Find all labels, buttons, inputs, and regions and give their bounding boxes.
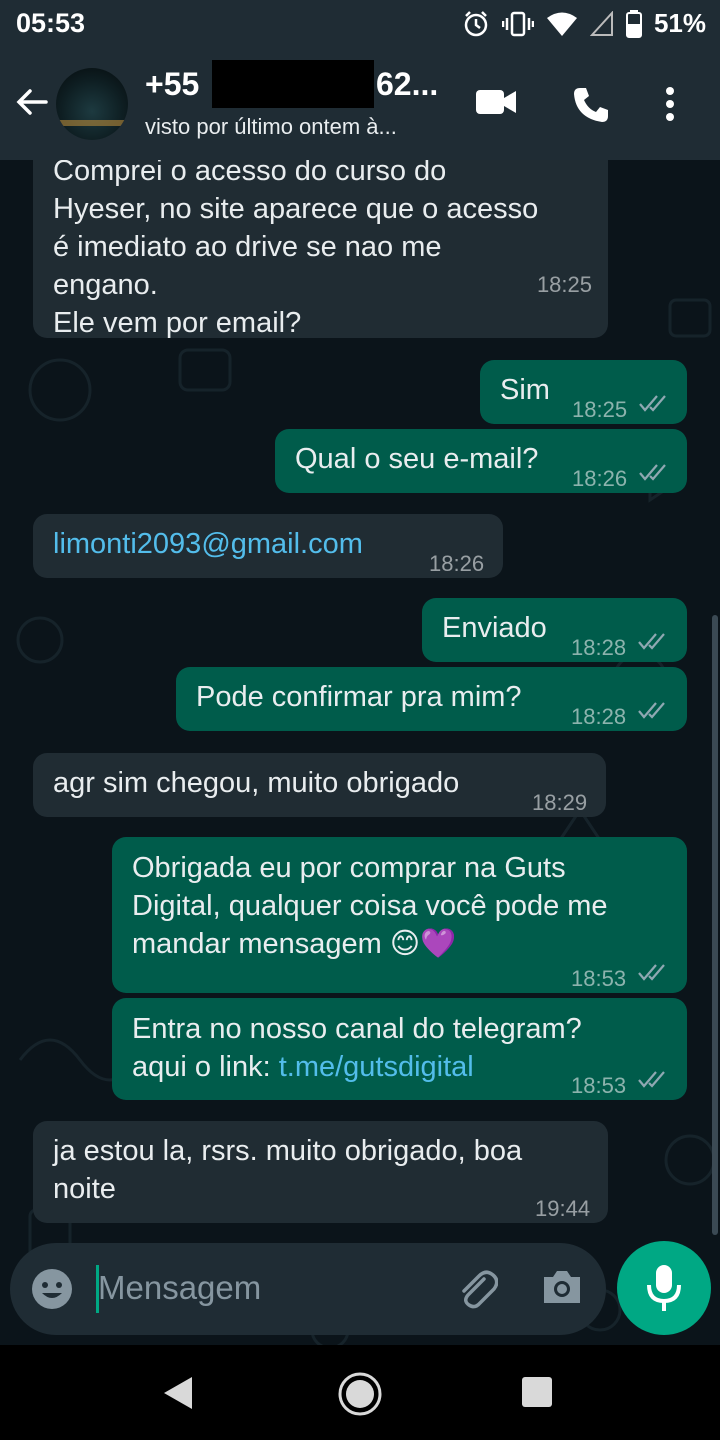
- read-receipt-icon: [639, 395, 666, 412]
- camera-icon[interactable]: [540, 1267, 584, 1307]
- message-time: 19:44: [535, 1196, 591, 1221]
- message-input[interactable]: Mensagem: [98, 1269, 261, 1307]
- message-text: Qual o seu e-mail?: [295, 443, 539, 475]
- avatar[interactable]: [56, 68, 128, 140]
- nav-recents-icon[interactable]: [520, 1375, 554, 1409]
- message-incoming[interactable]: agr sim chegou, muito obrigado 18:29: [33, 753, 606, 817]
- message-outgoing[interactable]: Pode confirmar pra mim? 18:28: [176, 667, 687, 731]
- telegram-link[interactable]: t.me/gutsdigital: [279, 1051, 474, 1083]
- contact-name-suffix[interactable]: 62...: [376, 66, 438, 103]
- system-nav-bar: [0, 1345, 720, 1440]
- message-input-bar[interactable]: Mensagem: [10, 1243, 606, 1335]
- redacted-block: [212, 60, 374, 108]
- emoji-icon[interactable]: [30, 1267, 74, 1311]
- read-receipt-icon: [638, 964, 665, 981]
- message-time: 18:26: [572, 466, 628, 491]
- video-call-icon[interactable]: [474, 86, 518, 118]
- message-text: Pode confirmar pra mim?: [196, 681, 522, 713]
- contact-name-prefix[interactable]: +55: [145, 66, 199, 103]
- message-outgoing[interactable]: Obrigada eu por comprar na Guts Digital,…: [112, 837, 687, 993]
- wifi-icon: [546, 12, 577, 36]
- read-receipt-icon: [639, 464, 666, 481]
- message-outgoing[interactable]: Sim 18:25: [480, 360, 687, 424]
- read-receipt-icon: [638, 1071, 665, 1088]
- message-outgoing[interactable]: Enviado 18:28: [422, 598, 687, 662]
- message-time: 18:29: [532, 790, 588, 815]
- message-text: Sim: [500, 374, 550, 406]
- message-time: 18:25: [572, 397, 628, 422]
- message-incoming[interactable]: limonti2093@gmail.com 18:26: [33, 514, 503, 578]
- message-time: 18:53: [571, 1073, 627, 1098]
- voice-call-icon[interactable]: [572, 86, 610, 124]
- vibrate-icon: [501, 11, 534, 36]
- message-incoming[interactable]: Comprei o acesso do curso do Hyeser, no …: [33, 160, 608, 339]
- microphone-icon: [647, 1265, 681, 1311]
- status-bar: 05:53 51%: [0, 0, 720, 50]
- message-time: 18:53: [571, 966, 627, 991]
- message-time: 18:25: [536, 272, 592, 297]
- message-time: 18:26: [429, 551, 485, 576]
- status-time: 05:53: [16, 8, 86, 38]
- voice-record-button[interactable]: [617, 1241, 711, 1335]
- read-receipt-icon: [638, 702, 665, 719]
- message-incoming[interactable]: ja estou la, rsrs. muito obrigado, boa n…: [33, 1121, 608, 1223]
- message-time: 18:28: [571, 635, 627, 660]
- message-text: Obrigada eu por comprar na Guts Digital,…: [132, 852, 608, 960]
- battery-icon: [625, 9, 642, 38]
- message-outgoing[interactable]: Entra no nosso canal do telegram? aqui o…: [112, 998, 687, 1100]
- scrollbar[interactable]: [712, 615, 718, 1235]
- contact-last-seen: visto por último ontem à...: [145, 114, 397, 139]
- more-options-icon[interactable]: [664, 86, 676, 122]
- message-text: ja estou la, rsrs. muito obrigado, boa n…: [53, 1135, 523, 1205]
- nav-back-icon[interactable]: [160, 1375, 196, 1411]
- chat-area[interactable]: Comprei o acesso do curso do Hyeser, no …: [0, 160, 720, 1350]
- alarm-icon: [464, 10, 488, 36]
- read-receipt-icon: [638, 633, 665, 650]
- message-outgoing[interactable]: Qual o seu e-mail? 18:26: [275, 429, 687, 493]
- signal-icon: [589, 10, 613, 36]
- message-time: 18:28: [571, 704, 627, 729]
- nav-home-icon[interactable]: [336, 1370, 384, 1418]
- email-link[interactable]: limonti2093@gmail.com: [53, 525, 363, 563]
- chat-header: +55 62... visto por último ontem à...: [0, 50, 720, 160]
- status-icons: 51%: [462, 8, 706, 39]
- message-text: agr sim chegou, muito obrigado: [53, 767, 460, 799]
- message-text: Comprei o acesso do curso do Hyeser, no …: [53, 160, 539, 339]
- back-arrow-icon[interactable]: [12, 82, 52, 122]
- attach-clip-icon[interactable]: [454, 1265, 498, 1311]
- battery-percent: 51%: [653, 8, 706, 38]
- message-text: Enviado: [442, 612, 547, 644]
